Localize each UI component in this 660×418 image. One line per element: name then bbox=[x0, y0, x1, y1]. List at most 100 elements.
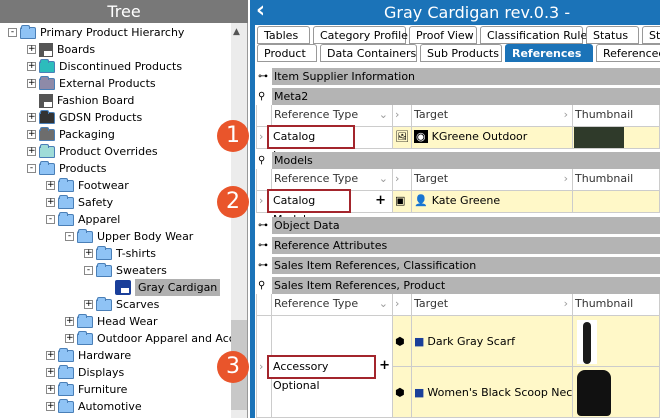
tree-item[interactable]: + Automotive bbox=[46, 398, 142, 415]
section-sales-classification[interactable]: ⊶ Sales Item References, Classification bbox=[256, 257, 660, 274]
expand-icon[interactable]: + bbox=[46, 181, 55, 190]
expand-icon[interactable]: + bbox=[27, 147, 36, 156]
col-reference-type[interactable]: Reference Type ⌄ bbox=[272, 105, 393, 127]
expand-icon[interactable]: + bbox=[27, 130, 36, 139]
tree: - Primary Product Hierarchy + Boards + Discon… bbox=[0, 0, 231, 418]
col-thumbnail[interactable]: Thumbnail bbox=[573, 105, 660, 127]
tree-item[interactable]: + Boards bbox=[27, 41, 95, 58]
tab-data-containers[interactable]: Data Containers bbox=[320, 44, 417, 62]
col-thumbnail[interactable]: Thumbnail bbox=[573, 294, 660, 316]
folder-icon bbox=[58, 177, 74, 192]
collapsed-icon[interactable]: ⊶ bbox=[258, 237, 268, 254]
tree-item-label: Sweaters bbox=[116, 264, 167, 277]
collapse-icon[interactable]: - bbox=[27, 164, 36, 173]
back-icon[interactable]: ‹ bbox=[256, 0, 265, 23]
col-reference-type[interactable]: Reference Type ⌄ bbox=[272, 294, 393, 316]
tree-item[interactable]: + Footwear bbox=[46, 177, 129, 194]
tree-item[interactable]: + Hardware bbox=[46, 347, 131, 364]
tree-item[interactable]: + GDSN Products bbox=[27, 109, 142, 126]
target-cell[interactable]: 👤 Kate Greene bbox=[412, 191, 573, 213]
tab-tables[interactable]: Tables bbox=[257, 26, 310, 44]
tree-item[interactable]: + Head Wear bbox=[65, 313, 158, 330]
expand-arrow[interactable]: › bbox=[393, 294, 412, 316]
add-icon[interactable]: + bbox=[375, 191, 386, 211]
scroll-up-icon[interactable]: ▲ bbox=[233, 27, 240, 37]
folder-icon bbox=[58, 347, 74, 362]
expand-icon[interactable]: + bbox=[27, 45, 36, 54]
expand-icon[interactable]: + bbox=[46, 402, 55, 411]
tree-item[interactable]: + Outdoor Apparel and Accessories bbox=[65, 330, 231, 347]
tree-item[interactable]: Gray Cardigan bbox=[103, 279, 221, 296]
col-thumbnail[interactable]: Thumbnail bbox=[573, 169, 660, 191]
tab-sta[interactable]: Sta bbox=[642, 26, 660, 44]
collapsed-icon[interactable]: ⊶ bbox=[258, 217, 268, 234]
expand-icon[interactable]: + bbox=[84, 249, 93, 258]
folder-icon bbox=[58, 211, 74, 226]
collapsed-icon[interactable]: ⊶ bbox=[258, 68, 268, 85]
expand-icon[interactable]: + bbox=[65, 334, 74, 343]
collapse-icon[interactable]: - bbox=[46, 215, 55, 224]
col-target[interactable]: Target › bbox=[412, 294, 573, 316]
collapse-icon[interactable]: - bbox=[84, 266, 93, 275]
target-cell[interactable]: ◉ KGreene Outdoor bbox=[412, 127, 573, 149]
section-reference-attributes[interactable]: ⊶ Reference Attributes bbox=[256, 237, 660, 254]
section-meta2[interactable]: ⚲ Meta2 bbox=[256, 88, 660, 105]
tree-item[interactable]: + Safety bbox=[46, 194, 113, 211]
tab-sub-products[interactable]: Sub Products bbox=[420, 44, 502, 62]
tree-item-label: Scarves bbox=[116, 298, 160, 311]
expand-icon[interactable]: + bbox=[84, 300, 93, 309]
tree-item[interactable]: - Sweaters bbox=[84, 262, 167, 279]
expanded-icon[interactable]: ⚲ bbox=[258, 88, 265, 105]
tree-item[interactable]: + Discontinued Products bbox=[27, 58, 182, 75]
reference-type-catalog-model[interactable]: Catalog Model bbox=[267, 189, 351, 226]
col-target[interactable]: Target › bbox=[412, 169, 573, 191]
collapsed-icon[interactable]: ⊶ bbox=[258, 257, 268, 274]
expand-icon[interactable]: + bbox=[27, 79, 36, 88]
folder-icon bbox=[58, 194, 74, 209]
tree-item[interactable]: - Upper Body Wear bbox=[65, 228, 193, 245]
tree-item[interactable]: - Primary Product Hierarchy bbox=[8, 24, 184, 41]
target-cell[interactable]: ■ Dark Gray Scarf bbox=[412, 316, 573, 367]
expand-icon[interactable]: + bbox=[46, 385, 55, 394]
tab-references[interactable]: References bbox=[505, 44, 593, 62]
tab-category-profile[interactable]: Category Profile bbox=[313, 26, 408, 44]
tree-item[interactable]: + Scarves bbox=[84, 296, 159, 313]
tab-referenced[interactable]: Referenced bbox=[596, 44, 660, 62]
add-icon[interactable]: + bbox=[379, 356, 390, 376]
tree-item[interactable]: + T-shirts bbox=[84, 245, 156, 262]
tree-item[interactable]: + Displays bbox=[46, 364, 124, 381]
tree-item[interactable]: Fashion Board bbox=[27, 92, 134, 109]
expand-arrow[interactable]: › bbox=[393, 169, 412, 191]
collapse-icon[interactable]: - bbox=[65, 232, 74, 241]
expanded-icon[interactable]: ⚲ bbox=[258, 277, 265, 294]
expand-arrow[interactable]: › bbox=[393, 105, 412, 127]
col-reference-type[interactable]: Reference Type ⌄ bbox=[272, 169, 393, 191]
expanded-icon[interactable]: ⚲ bbox=[258, 152, 265, 169]
expand-icon[interactable]: + bbox=[65, 317, 74, 326]
tree-item[interactable]: + External Products bbox=[27, 75, 156, 92]
expand-icon[interactable]: + bbox=[46, 368, 55, 377]
tree-item[interactable]: + Packaging bbox=[27, 126, 115, 143]
col-target[interactable]: Target › bbox=[412, 105, 573, 127]
tab-status[interactable]: Status bbox=[586, 26, 639, 44]
section-item-supplier[interactable]: ⊶ Item Supplier Information bbox=[256, 68, 660, 85]
expand-icon[interactable]: + bbox=[46, 198, 55, 207]
target-cell[interactable]: ■Women's Black Scoop Neck Tee bbox=[412, 367, 573, 418]
expand-icon[interactable]: + bbox=[27, 62, 36, 71]
expand-icon[interactable]: + bbox=[46, 351, 55, 360]
reference-type-accessory-optional[interactable]: Accessory Optional bbox=[267, 355, 376, 392]
tree-item[interactable]: + Furniture bbox=[46, 381, 127, 398]
tab-proof-view[interactable]: Proof View bbox=[409, 26, 477, 44]
tree-item-label: Products bbox=[59, 162, 107, 175]
reference-type-catalog-image[interactable]: Catalog Image bbox=[267, 125, 355, 162]
section-sales-product[interactable]: ⚲ Sales Item References, Product bbox=[256, 277, 660, 294]
tab-product[interactable]: Product bbox=[257, 44, 317, 62]
expand-icon[interactable]: + bbox=[27, 113, 36, 122]
section-object-data[interactable]: ⊶ Object Data bbox=[256, 217, 660, 234]
section-models[interactable]: ⚲ Models bbox=[256, 152, 660, 169]
tree-item[interactable]: - Products bbox=[27, 160, 107, 177]
tree-item[interactable]: + Product Overrides bbox=[27, 143, 158, 160]
tree-item[interactable]: - Apparel bbox=[46, 211, 120, 228]
collapse-icon[interactable]: - bbox=[8, 28, 17, 37]
tab-classification-rules[interactable]: Classification Rules bbox=[480, 26, 593, 44]
